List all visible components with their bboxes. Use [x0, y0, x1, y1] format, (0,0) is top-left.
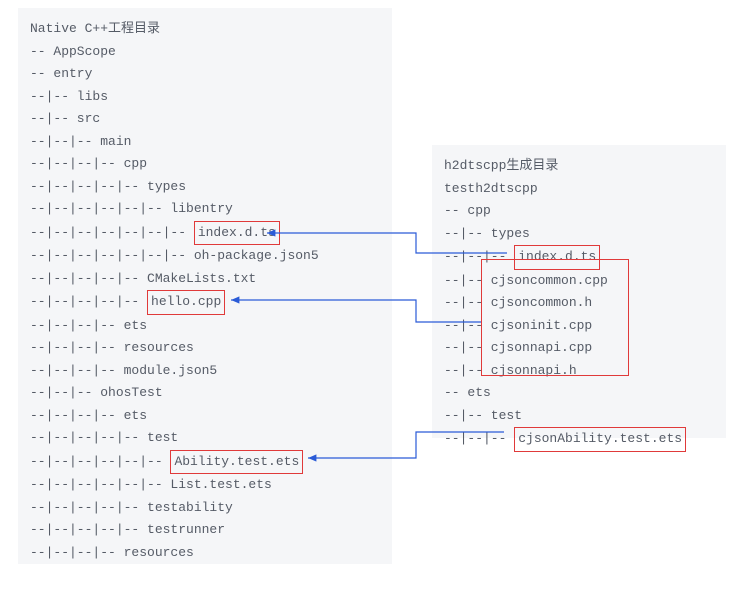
tree-prefix: --|--|--|--|--|--|-- [30, 225, 194, 240]
highlight-ability-test: Ability.test.ets [170, 450, 303, 475]
tree-line: --|--|--|--|--|-- Ability.test.ets [30, 450, 380, 475]
tree-line: --|--|--|-- ets [30, 315, 380, 338]
left-tree-panel: Native C++工程目录 -- AppScope -- entry --|-… [18, 8, 392, 564]
tree-line: --|--|--|-- resources [30, 542, 380, 565]
tree-line: --|--|--|-- cpp [30, 153, 380, 176]
right-subtitle: testh2dtscpp [444, 178, 714, 201]
tree-prefix: --|--|--|--|--|-- [30, 454, 170, 469]
tree-line: -- ets [444, 382, 714, 405]
tree-prefix: --|--|-- [444, 249, 514, 264]
tree-line: --|--|-- ohosTest [30, 382, 380, 405]
tree-line: --|--|--|--|--|-- libentry [30, 198, 380, 221]
left-title: Native C++工程目录 [30, 18, 380, 41]
right-title: h2dtscpp生成目录 [444, 155, 714, 178]
tree-line: --|-- cjsonnapi.h [444, 360, 714, 383]
tree-line: --|-- cjsonnapi.cpp [444, 337, 714, 360]
tree-line: --|-- cjsoncommon.h [444, 292, 714, 315]
tree-line: --|--|--|--|--|-- List.test.ets [30, 474, 380, 497]
tree-line: --|--|--|--|-- test [30, 427, 380, 450]
tree-prefix: --|--|-- [444, 431, 514, 446]
tree-prefix: --|--|--|--|-- [30, 294, 147, 309]
tree-line: --|--|--|-- ets [30, 405, 380, 428]
tree-line: -- entry [30, 63, 380, 86]
tree-line: -- AppScope [30, 41, 380, 64]
tree-line: --|--|-- main [30, 131, 380, 154]
tree-line: --|--|-- index.d.ts [444, 245, 714, 270]
tree-line: --|-- libs [30, 86, 380, 109]
tree-line: --|-- types [444, 223, 714, 246]
tree-line: --|-- src [30, 108, 380, 131]
tree-line: --|--|--|-- module.json5 [30, 360, 380, 383]
tree-line: --|-- test [444, 405, 714, 428]
tree-line: --|--|--|--|--|--|-- index.d.ts [30, 221, 380, 246]
highlight-index-dts-left: index.d.ts [194, 221, 280, 246]
tree-line: --|-- cjsoncommon.cpp [444, 270, 714, 293]
tree-line: --|--|--|--|-- types [30, 176, 380, 199]
highlight-cjson-ability: cjsonAbility.test.ets [514, 427, 686, 452]
tree-line: --|--|--|--|-- CMakeLists.txt [30, 268, 380, 291]
tree-line: --|--|--|-- resources [30, 337, 380, 360]
highlight-index-dts-right: index.d.ts [514, 245, 600, 270]
tree-line: --|--|--|--|-- testrunner [30, 519, 380, 542]
tree-line: --|--|--|--|-- hello.cpp [30, 290, 380, 315]
tree-line: --|-- cjsoninit.cpp [444, 315, 714, 338]
tree-line: --|--|-- cjsonAbility.test.ets [444, 427, 714, 452]
right-tree-panel: h2dtscpp生成目录 testh2dtscpp -- cpp --|-- t… [432, 145, 726, 438]
highlight-hello-cpp: hello.cpp [147, 290, 225, 315]
tree-line: --|--|--|--|--|--|-- oh-package.json5 [30, 245, 380, 268]
tree-line: -- cpp [444, 200, 714, 223]
tree-line: --|--|--|--|-- testability [30, 497, 380, 520]
